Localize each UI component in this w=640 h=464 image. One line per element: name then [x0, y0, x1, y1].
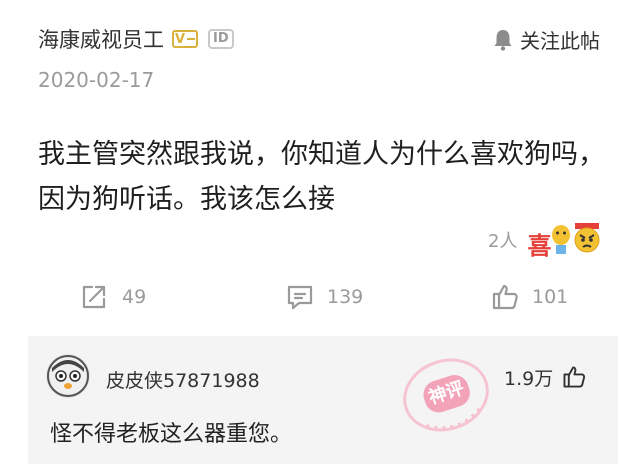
comment-action[interactable]: 139: [285, 281, 363, 313]
reaction-emoji-text: 喜: [527, 232, 552, 260]
like-action[interactable]: 101: [490, 281, 568, 313]
god-comment-stamp: 神评: [388, 343, 503, 447]
comment-count: 139: [327, 286, 364, 308]
verified-badge: V: [172, 30, 198, 48]
yellow-face-icon: [552, 225, 571, 254]
avatar[interactable]: [46, 354, 90, 398]
reaction-count: 2人: [488, 231, 518, 252]
thumbs-up-icon: [492, 284, 518, 310]
author-name[interactable]: 海康威视员工: [38, 24, 164, 54]
comment-thumbs-up-icon: [563, 366, 586, 388]
share-icon: [82, 285, 106, 309]
top-comment: 皮皮侠57871988 神评 1.9万 怪不得老板这么器重您。: [28, 336, 618, 464]
comment-like-action[interactable]: 1.9万: [504, 362, 587, 392]
comment-username[interactable]: 皮皮侠57871988: [106, 366, 260, 393]
comment-icon: [287, 285, 313, 310]
follow-button[interactable]: 关注此帖: [492, 25, 600, 53]
follow-label: 关注此帖: [520, 28, 600, 53]
avatar-face-icon: [47, 355, 89, 397]
like-count: 101: [532, 286, 569, 308]
reaction-emoji: 喜: [525, 220, 603, 260]
share-action[interactable]: 49: [80, 281, 146, 313]
share-count: 49: [122, 286, 147, 308]
angry-face-icon: [574, 223, 600, 253]
reaction-summary[interactable]: 2人 喜: [488, 220, 603, 260]
post-header: 海康威视员工 V ID: [38, 25, 234, 53]
comment-like-count: 1.9万: [504, 367, 554, 390]
id-badge: ID: [208, 29, 234, 49]
comment-text: 怪不得老板这么器重您。: [50, 422, 293, 447]
post-date: 2020-02-17: [38, 68, 155, 92]
post-content: 我主管突然跟我说，你知道人为什么喜欢狗吗，因为狗听话。我该怎么接: [38, 139, 605, 215]
bell-icon: [494, 30, 512, 51]
